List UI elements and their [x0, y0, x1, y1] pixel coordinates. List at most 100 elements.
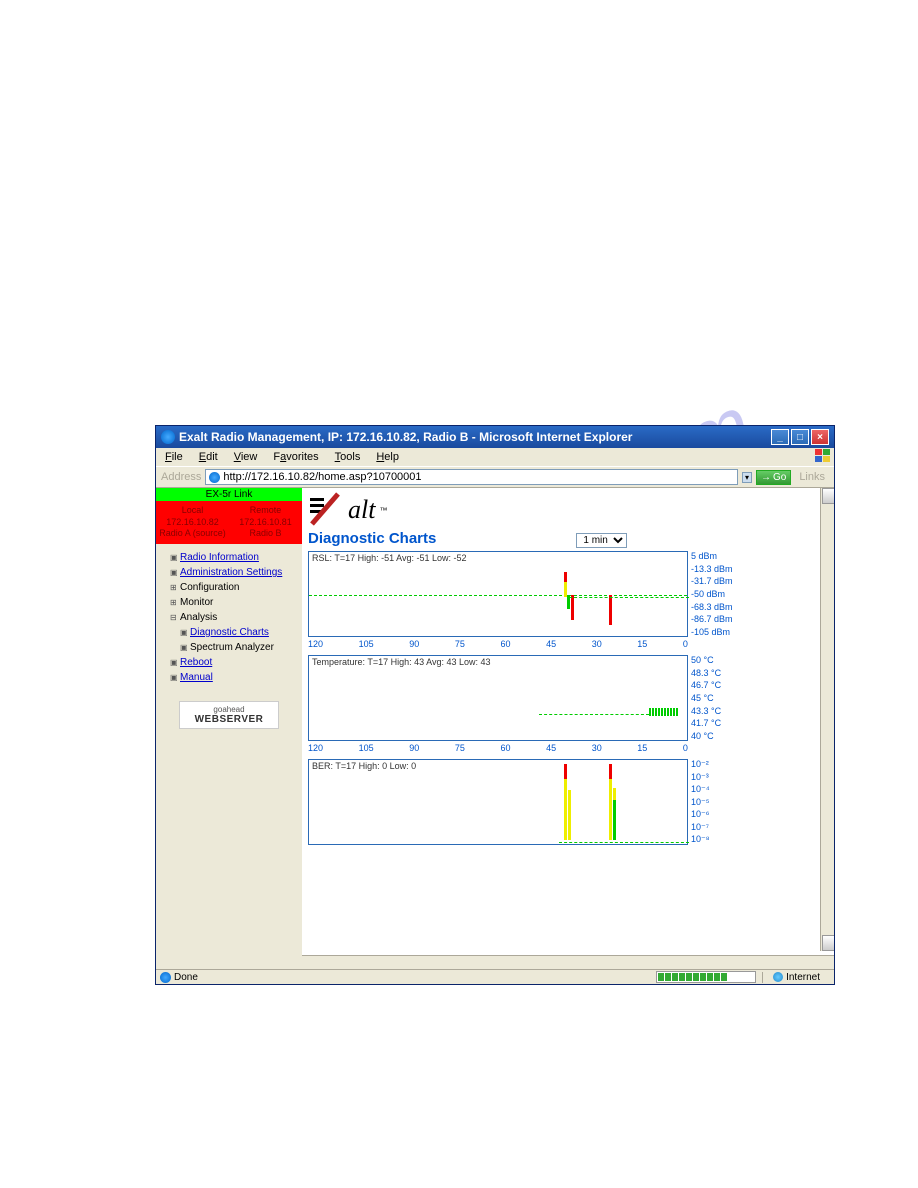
remote-name: Radio B — [231, 528, 300, 540]
time-range-select[interactable]: 1 min — [576, 533, 627, 548]
temp-chart: Temperature: T=17 High: 43 Avg: 43 Low: … — [308, 655, 688, 741]
y-tick: 10⁻⁷ — [691, 822, 748, 833]
rsl-chart-block: RSL: T=17 High: -51 Avg: -51 Low: -52 5 … — [308, 551, 828, 637]
vertical-scrollbar[interactable] — [820, 488, 834, 951]
statusbar: Done Internet — [156, 969, 834, 984]
y-tick: -50 dBm — [691, 589, 748, 599]
x-tick: 45 — [546, 639, 556, 649]
remote-ip: 172.16.10.81 — [231, 517, 300, 529]
menu-view[interactable]: View — [230, 450, 262, 464]
address-dropdown[interactable]: ▾ — [742, 472, 752, 483]
status-text: Done — [174, 972, 198, 983]
done-icon — [160, 972, 171, 983]
temp-y-axis: 50 °C 48.3 °C 46.7 °C 45 °C 43.3 °C 41.7… — [688, 655, 748, 741]
logo: alt™ — [308, 492, 828, 528]
chart-bar — [571, 595, 574, 620]
close-button[interactable]: × — [811, 429, 829, 445]
sidebar: EX-5r Link Local 172.16.10.82 Radio A (s… — [156, 488, 302, 969]
y-tick: -68.3 dBm — [691, 602, 748, 612]
content-area: EX-5r Link Local 172.16.10.82 Radio A (s… — [156, 488, 834, 969]
y-tick: -31.7 dBm — [691, 576, 748, 586]
address-bar: Address http://172.16.10.82/home.asp?107… — [156, 466, 834, 488]
local-label: Local — [158, 505, 227, 517]
y-tick: 10⁻² — [691, 759, 748, 770]
main-content: alt™ Diagnostic Charts 1 min RSL: T=17 H… — [302, 488, 834, 969]
plus-icon[interactable]: ⊞ — [170, 598, 178, 607]
nav-tree: ▣ Radio Information ▣ Administration Setti… — [156, 544, 302, 691]
temp-x-axis: 1201059075604530150 — [308, 743, 688, 759]
y-tick: 46.7 °C — [691, 680, 748, 690]
temp-data-line — [539, 714, 649, 715]
window-title: Exalt Radio Management, IP: 172.16.10.82… — [179, 430, 632, 444]
minus-icon[interactable]: ⊟ — [170, 613, 178, 622]
y-tick: -13.3 dBm — [691, 564, 748, 574]
chart-bar — [564, 572, 567, 582]
ber-y-axis: 10⁻² 10⁻³ 10⁻⁴ 10⁻⁵ 10⁻⁶ 10⁻⁷ 10⁻⁸ — [688, 759, 748, 845]
webserver-top: goahead — [183, 705, 275, 714]
nav-admin[interactable]: Administration Settings — [180, 567, 282, 578]
plus-icon[interactable]: ⊞ — [170, 583, 178, 592]
trademark-icon: ™ — [379, 506, 387, 515]
rsl-chart-title: RSL: T=17 High: -51 Avg: -51 Low: -52 — [312, 553, 467, 563]
minimize-button[interactable]: _ — [771, 429, 789, 445]
x-tick: 105 — [359, 743, 374, 753]
bullet-icon: ▣ — [170, 673, 178, 682]
chart-bar — [609, 764, 612, 779]
rsl-x-axis: 1201059075604530150 — [308, 639, 688, 655]
nav-spectrum[interactable]: Spectrum Analyzer — [190, 642, 274, 653]
menu-edit[interactable]: Edit — [195, 450, 222, 464]
nav-radio-info[interactable]: Radio Information — [180, 552, 259, 563]
page-title: Diagnostic Charts — [308, 530, 436, 547]
ber-chart: BER: T=17 High: 0 Low: 0 — [308, 759, 688, 845]
webserver-badge: goahead WEBSERVER — [179, 701, 279, 729]
y-tick: 40 °C — [691, 731, 748, 741]
local-radio-box[interactable]: Local 172.16.10.82 Radio A (source) — [156, 501, 229, 544]
chart-bar — [613, 788, 616, 800]
menu-help[interactable]: Help — [372, 450, 403, 464]
nav-diag-charts[interactable]: Diagnostic Charts — [190, 627, 269, 638]
bullet-icon: ▣ — [180, 643, 188, 652]
webserver-label: WEBSERVER — [195, 714, 264, 725]
nav-analysis[interactable]: Analysis — [180, 612, 217, 623]
ie-icon — [161, 430, 175, 444]
x-tick: 30 — [592, 743, 602, 753]
chart-bar — [564, 764, 567, 779]
bullet-icon: ▣ — [170, 658, 178, 667]
y-tick: 10⁻³ — [691, 772, 748, 783]
go-button[interactable]: → Go — [756, 470, 791, 485]
nav-config[interactable]: Configuration — [180, 582, 239, 593]
globe-icon — [773, 972, 783, 982]
horizontal-scrollbar[interactable] — [302, 955, 834, 969]
x-tick: 30 — [592, 639, 602, 649]
nav-manual[interactable]: Manual — [180, 672, 213, 683]
security-zone: Internet — [762, 972, 830, 983]
x-tick: 60 — [500, 639, 510, 649]
remote-radio-box[interactable]: Remote 172.16.10.81 Radio B — [229, 501, 302, 544]
ber-chart-block: BER: T=17 High: 0 Low: 0 10⁻² 10⁻³ 10⁻⁴ … — [308, 759, 828, 845]
address-label: Address — [161, 471, 201, 483]
y-tick: 43.3 °C — [691, 706, 748, 716]
menu-favorites[interactable]: Favorites — [269, 450, 322, 464]
nav-monitor[interactable]: Monitor — [180, 597, 213, 608]
menu-file[interactable]: File — [161, 450, 187, 464]
nav-reboot[interactable]: Reboot — [180, 657, 212, 668]
links-label[interactable]: Links — [795, 471, 829, 483]
x-tick: 120 — [308, 743, 323, 753]
address-input[interactable]: http://172.16.10.82/home.asp?10700001 — [205, 469, 738, 485]
menu-tools[interactable]: Tools — [331, 450, 365, 464]
y-tick: 10⁻⁸ — [691, 834, 748, 845]
chart-bar — [609, 595, 612, 625]
windows-flag-icon — [815, 449, 831, 463]
chart-bar — [568, 790, 571, 840]
x-tick: 75 — [455, 639, 465, 649]
x-tick: 15 — [637, 743, 647, 753]
temp-bars — [649, 708, 687, 716]
titlebar: Exalt Radio Management, IP: 172.16.10.82… — [156, 426, 834, 448]
y-tick: -86.7 dBm — [691, 614, 748, 624]
y-tick: 10⁻⁵ — [691, 797, 748, 808]
temp-chart-block: Temperature: T=17 High: 43 Avg: 43 Low: … — [308, 655, 828, 741]
maximize-button[interactable]: □ — [791, 429, 809, 445]
browser-window: Exalt Radio Management, IP: 172.16.10.82… — [155, 425, 835, 985]
y-tick: -105 dBm — [691, 627, 748, 637]
y-tick: 10⁻⁶ — [691, 809, 748, 820]
